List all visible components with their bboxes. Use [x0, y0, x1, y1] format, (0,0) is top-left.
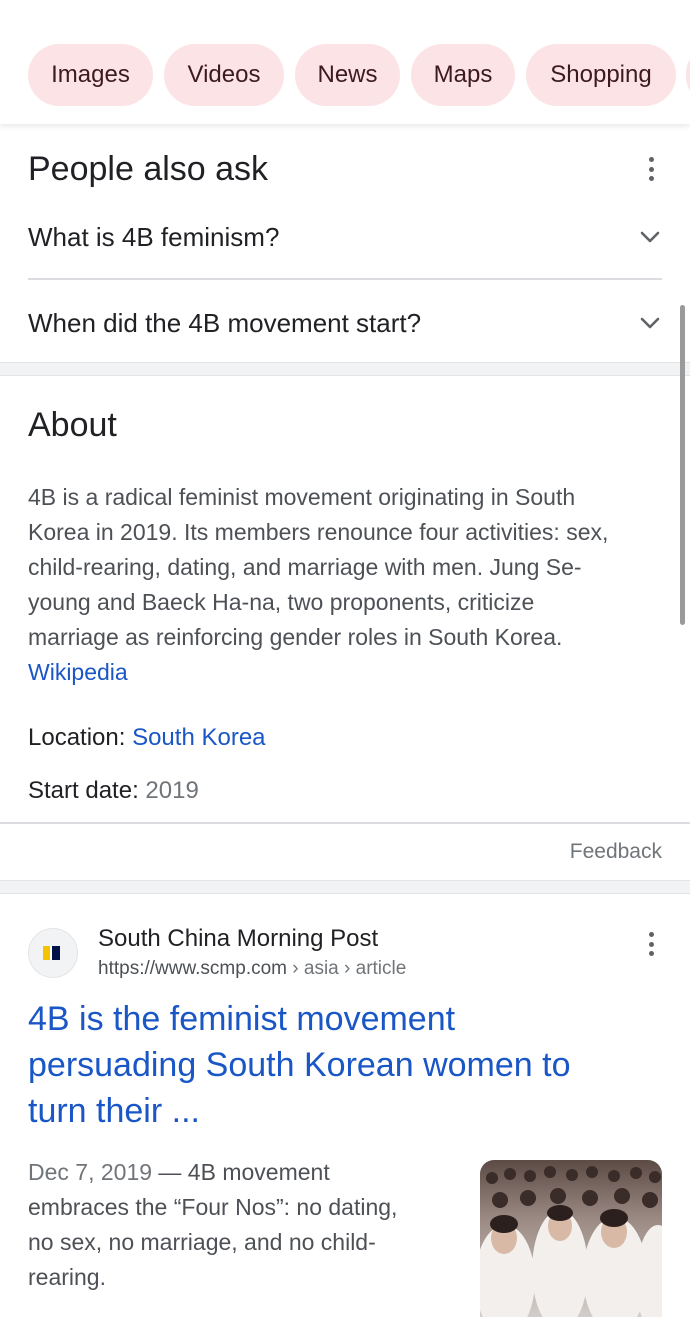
section-separator: [0, 880, 690, 894]
result-thumbnail-image[interactable]: [480, 1160, 662, 1317]
section-separator: [0, 362, 690, 376]
title-line: 4B is the feminist movement: [28, 1000, 456, 1038]
question-text: When did the 4B movement start?: [28, 307, 422, 338]
snippet-line: no sex, no marriage, and no child-: [28, 1229, 376, 1255]
question-text: What is 4B feminism?: [28, 221, 280, 252]
chip-maps[interactable]: Maps: [411, 44, 515, 106]
search-filter-bar: Images Videos News Maps Shopping: [0, 0, 690, 124]
result-more-options-icon[interactable]: [641, 929, 661, 959]
feedback-link[interactable]: Feedback: [570, 840, 662, 864]
url-breadcrumb: › asia › article: [287, 958, 407, 979]
site-favicon: [28, 928, 78, 978]
divider: [0, 822, 690, 824]
result-snippet: Dec 7, 2019 — 4B movement embraces the “…: [28, 1155, 468, 1295]
start-date-fact: Start date: 2019: [28, 777, 199, 805]
description-line: young and Baeck Ha-na, two proponents, c…: [28, 589, 535, 615]
about-title: About: [28, 406, 117, 444]
chip-news[interactable]: News: [295, 44, 400, 106]
title-line: turn their ...: [28, 1092, 200, 1130]
chip-shopping[interactable]: Shopping: [526, 44, 676, 106]
chip-images[interactable]: Images: [28, 44, 153, 106]
snippet-line: embraces the “Four Nos”: no dating,: [28, 1194, 398, 1220]
title-line: persuading South Korean women to: [28, 1046, 571, 1084]
snippet-line: — 4B movement: [152, 1159, 330, 1185]
scmp-logo-icon: [43, 946, 63, 960]
description-line: 4B is a radical feminist movement origin…: [28, 484, 576, 510]
chip-label: Shopping: [550, 61, 652, 88]
people-also-ask-title: People also ask: [28, 150, 269, 188]
site-name[interactable]: South China Morning Post: [98, 925, 378, 953]
url-domain: https://www.scmp.com: [98, 958, 287, 979]
description-line: child-rearing, dating, and marriage with…: [28, 554, 582, 580]
result-title-link[interactable]: 4B is the feminist movement persuading S…: [28, 996, 648, 1134]
site-url[interactable]: https://www.scmp.com › asia › article: [98, 958, 406, 980]
question-row[interactable]: When did the 4B movement start?: [28, 280, 662, 366]
snippet-date: Dec 7, 2019: [28, 1159, 153, 1185]
start-date-label: Start date:: [28, 777, 139, 804]
start-date-value: 2019: [145, 777, 199, 804]
chevron-down-icon: [640, 317, 660, 329]
scrollbar[interactable]: [680, 305, 685, 625]
chip-label: News: [317, 61, 378, 88]
snippet-line: rearing.: [28, 1264, 106, 1290]
location-link[interactable]: South Korea: [132, 724, 265, 751]
chip-label: Maps: [433, 61, 493, 88]
chip-label: Videos: [187, 61, 261, 88]
chevron-down-icon: [640, 231, 660, 243]
location-fact: Location: South Korea: [28, 724, 266, 752]
chip-videos[interactable]: Videos: [164, 44, 284, 106]
wikipedia-link[interactable]: Wikipedia: [28, 655, 668, 690]
about-description: 4B is a radical feminist movement origin…: [28, 480, 668, 690]
location-label: Location:: [28, 724, 126, 751]
description-line: marriage as reinforcing gender roles in …: [28, 624, 563, 650]
description-line: Korea in 2019. Its members renounce four…: [28, 519, 609, 545]
question-row[interactable]: What is 4B feminism?: [28, 194, 662, 280]
chip-more[interactable]: [686, 44, 690, 106]
more-options-icon[interactable]: [641, 154, 661, 184]
chip-label: Images: [51, 61, 130, 88]
